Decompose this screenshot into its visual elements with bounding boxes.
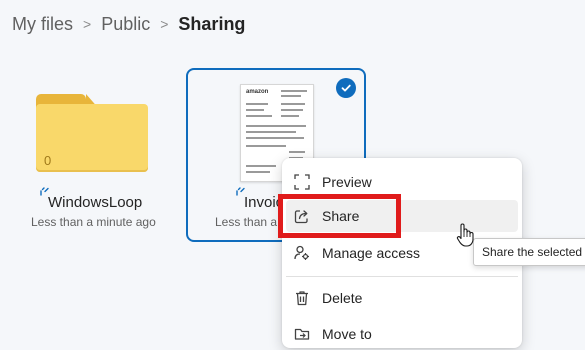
folder-icon: 0	[36, 94, 148, 172]
menu-item-label: Manage access	[322, 245, 421, 261]
menu-item-delete[interactable]: Delete	[286, 282, 518, 314]
file-tile-windowsloop[interactable]: 0 WindowsLoop Less than a minute ago	[20, 70, 180, 242]
menu-item-label: Preview	[322, 174, 372, 190]
move-to-icon	[292, 324, 312, 344]
breadcrumb-item-my-files[interactable]: My files	[12, 14, 73, 35]
menu-divider	[286, 276, 518, 277]
hand-cursor-icon	[455, 222, 477, 248]
menu-item-move-to[interactable]: Move to	[286, 318, 518, 350]
share-tooltip: Share the selected it	[473, 238, 585, 266]
menu-item-label: Delete	[322, 290, 363, 306]
invoice-brand-logo: amazon	[246, 89, 269, 95]
breadcrumb-separator: >	[160, 16, 169, 32]
folder-item-count: 0	[44, 153, 52, 168]
breadcrumb-item-sharing: Sharing	[178, 13, 246, 34]
manage-access-icon	[292, 243, 312, 263]
file-name[interactable]: WindowsLoop	[48, 194, 142, 211]
breadcrumb-separator: >	[83, 16, 92, 32]
preview-icon	[292, 172, 312, 192]
share-highlight-box	[278, 194, 401, 238]
menu-item-label: Move to	[322, 326, 372, 342]
breadcrumb: My files > Public > Sharing	[12, 12, 245, 36]
selected-checkmark-icon[interactable]	[336, 78, 356, 98]
breadcrumb-item-public[interactable]: Public	[101, 14, 150, 35]
file-modified-time: Less than a minute ago	[31, 215, 156, 229]
delete-icon	[292, 288, 312, 308]
